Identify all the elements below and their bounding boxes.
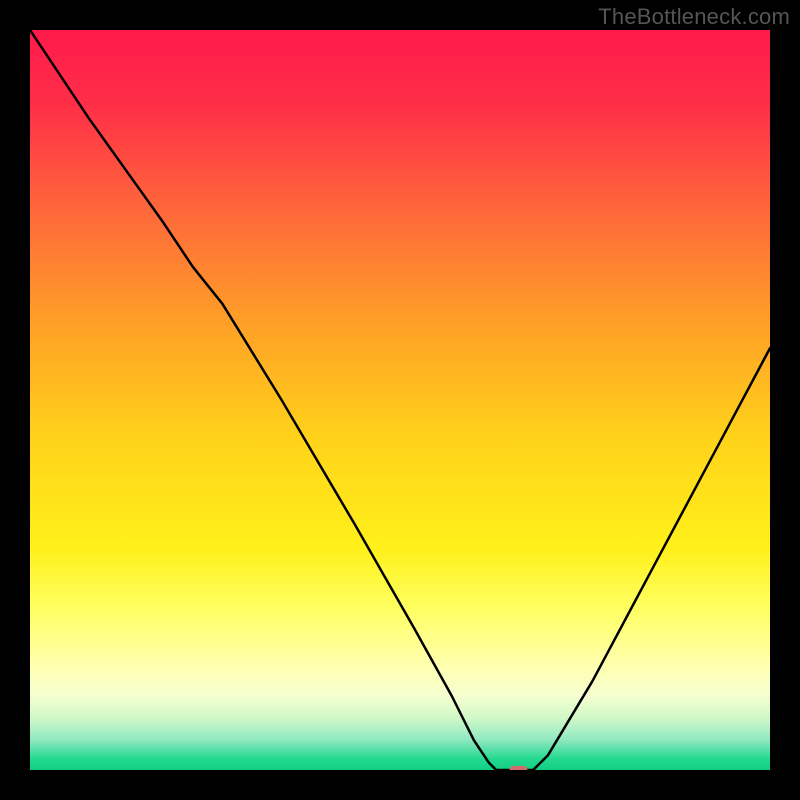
chart-svg xyxy=(30,30,770,770)
plot-area xyxy=(30,30,770,770)
watermark-text: TheBottleneck.com xyxy=(598,4,790,30)
optimal-marker xyxy=(510,766,528,770)
chart-container: TheBottleneck.com xyxy=(0,0,800,800)
gradient-background xyxy=(30,30,770,770)
